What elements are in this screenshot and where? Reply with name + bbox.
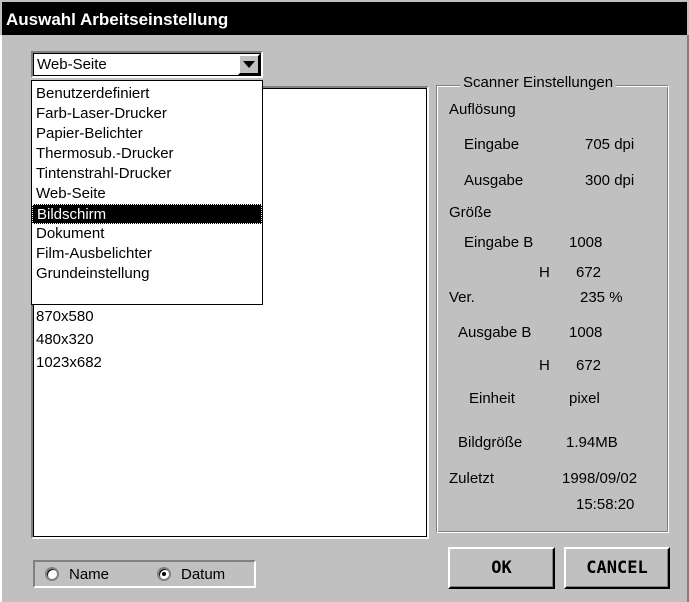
input-width-label: Eingabe B — [464, 234, 534, 251]
dropdown-option[interactable]: Thermosub.-Drucker — [32, 144, 262, 164]
list-item[interactable]: 1023x682 — [36, 351, 102, 374]
input-height-label: H — [539, 264, 550, 281]
radio-selected-dot — [162, 572, 166, 576]
list-item[interactable]: 870x580 — [36, 305, 102, 328]
preset-type-dropdown[interactable]: Benutzerdefiniert Farb-Laser-Drucker Pap… — [31, 80, 263, 305]
group-title: Scanner Einstellungen — [460, 74, 617, 91]
combo-value: Web-Seite — [37, 56, 107, 73]
list-item[interactable]: 480x320 — [36, 328, 102, 351]
ok-button[interactable]: OK — [448, 547, 555, 589]
size-heading: Größe — [449, 204, 492, 221]
sort-by-name-label[interactable]: Name — [69, 566, 109, 583]
dropdown-option[interactable]: Benutzerdefiniert — [32, 84, 262, 104]
last-modified-time: 15:58:20 — [576, 496, 635, 513]
image-size-label: Bildgröße — [458, 434, 523, 451]
scale-value: 235 % — [580, 289, 623, 306]
last-modified-label: Zuletzt — [449, 470, 495, 487]
sort-by-date-label[interactable]: Datum — [181, 566, 225, 583]
output-width-value: 1008 — [569, 324, 603, 341]
sort-by-date-radio[interactable] — [157, 567, 171, 581]
output-width-label: Ausgabe B — [458, 324, 532, 341]
resolution-heading: Auflösung — [449, 101, 516, 118]
window-title: Auswahl Arbeitseinstellung — [6, 10, 229, 29]
output-res-label: Ausgabe — [464, 172, 524, 189]
input-height-value: 672 — [576, 264, 602, 281]
dropdown-option[interactable]: Farb-Laser-Drucker — [32, 104, 262, 124]
sort-radio-group: Name Datum — [33, 560, 256, 588]
last-modified-date: 1998/09/02 — [562, 470, 638, 487]
unit-label: Einheit — [469, 390, 515, 407]
combo-dropdown-button[interactable] — [238, 54, 260, 75]
input-res-value: 705 dpi — [585, 136, 635, 153]
image-size-value: 1.94MB — [566, 434, 618, 451]
output-height-label: H — [539, 357, 550, 374]
preset-type-combobox[interactable]: Web-Seite — [31, 51, 263, 78]
scale-label: Ver. — [449, 289, 475, 306]
unit-value: pixel — [569, 390, 600, 407]
output-res-value: 300 dpi — [585, 172, 635, 189]
dropdown-option[interactable]: Papier-Belichter — [32, 124, 262, 144]
dropdown-option[interactable]: Dokument — [32, 224, 262, 244]
dropdown-option[interactable]: Web-Seite — [32, 184, 262, 204]
output-height-value: 672 — [576, 357, 602, 374]
dropdown-option[interactable]: Grundeinstellung — [32, 264, 262, 284]
dropdown-option-selected[interactable]: Bildschirm — [32, 204, 262, 224]
sort-by-name-radio[interactable] — [45, 567, 59, 581]
input-width-value: 1008 — [569, 234, 603, 251]
title-bar: Auswahl Arbeitseinstellung — [0, 0, 689, 37]
chevron-down-icon — [243, 61, 255, 68]
cancel-button[interactable]: CANCEL — [564, 547, 670, 589]
dropdown-option[interactable]: Tintenstrahl-Drucker — [32, 164, 262, 184]
dropdown-option[interactable]: Film-Ausbelichter — [32, 244, 262, 264]
input-res-label: Eingabe — [464, 136, 520, 153]
